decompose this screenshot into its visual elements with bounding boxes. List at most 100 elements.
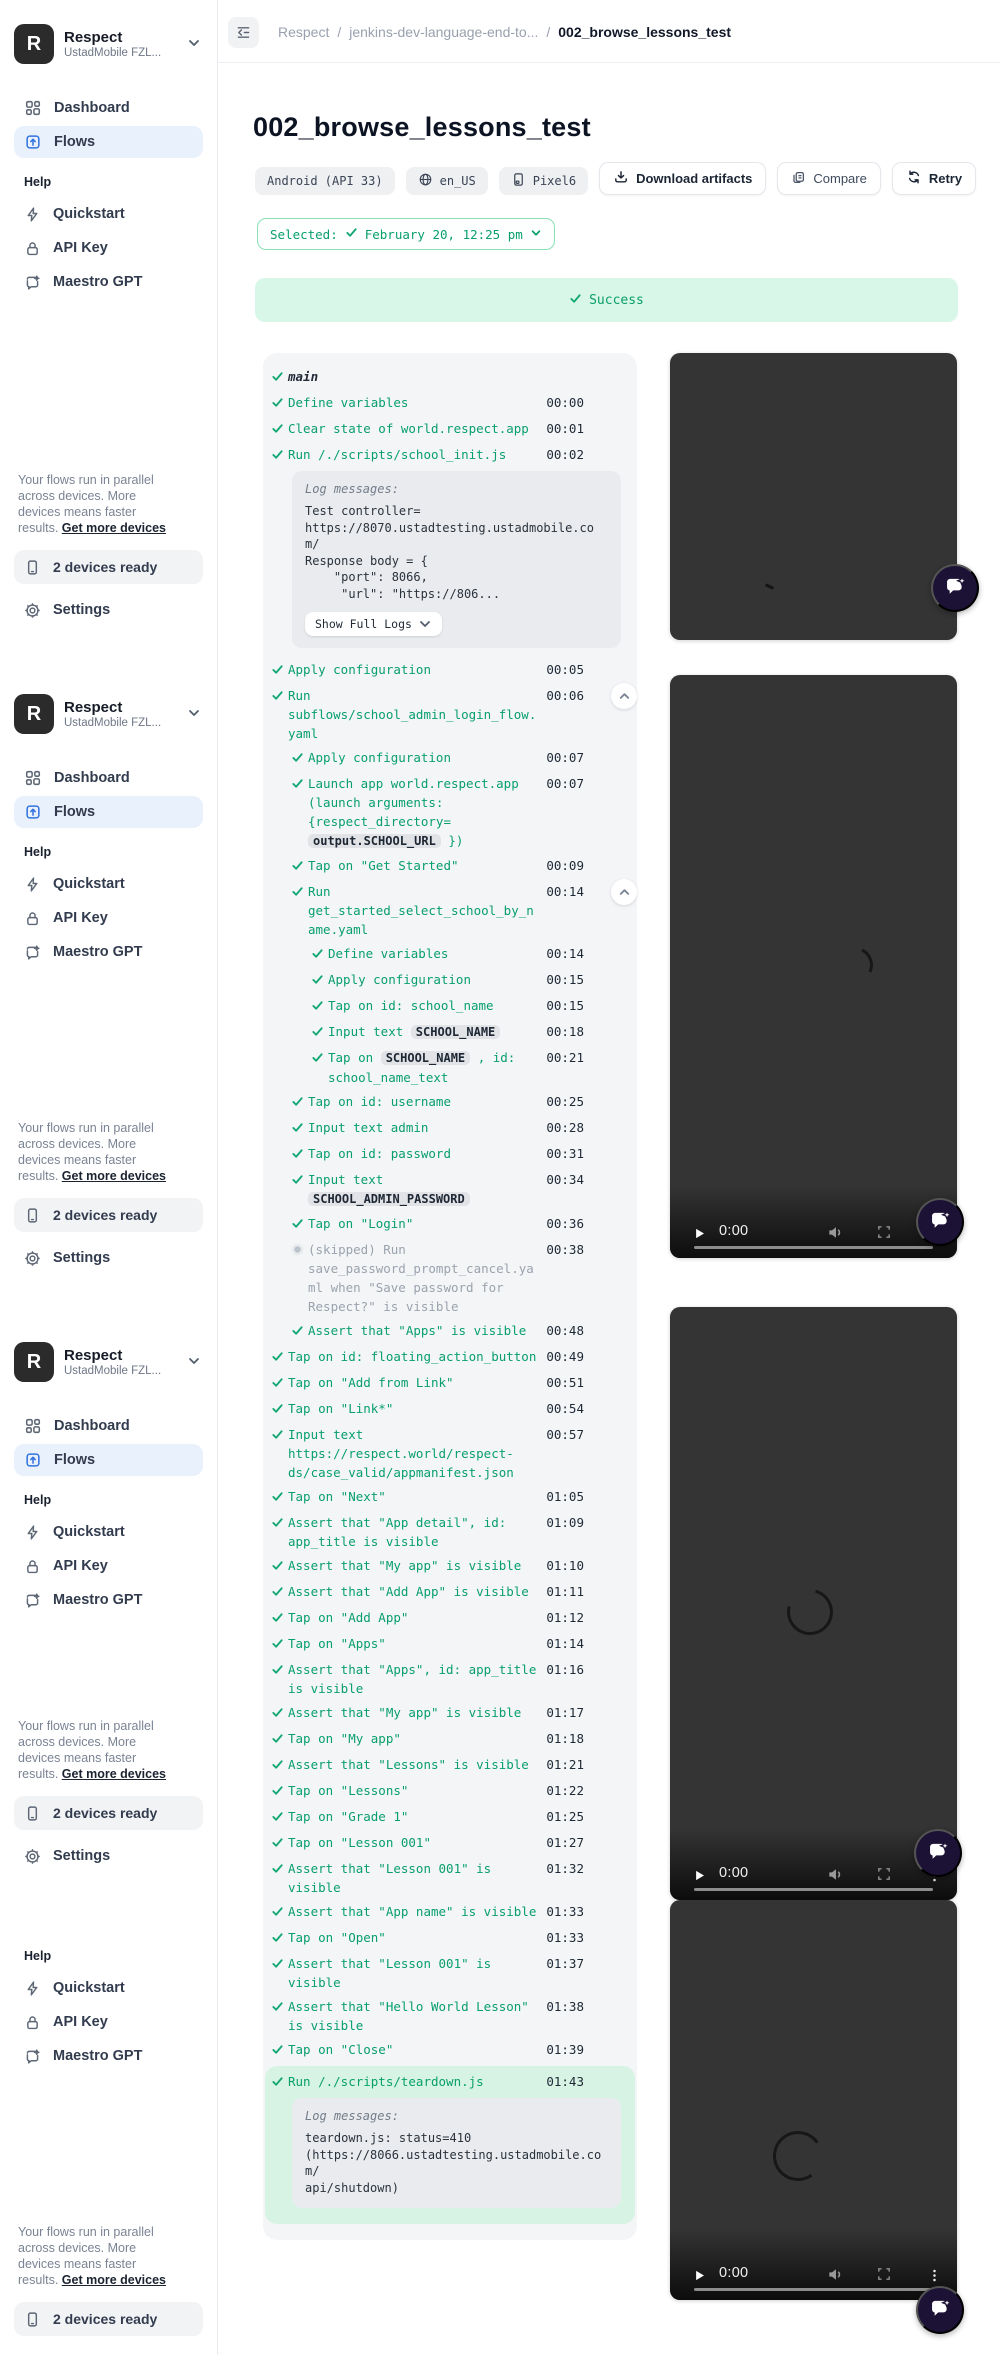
sidebar-item-dashboard[interactable]: Dashboard [14,762,203,794]
step-timestamp: 01:39 [544,2040,584,2059]
sidebar-item-maestro-gpt[interactable]: Maestro GPT [14,266,203,298]
sidebar-item-maestro-gpt[interactable]: Maestro GPT [14,1584,203,1616]
org-switcher[interactable]: R Respect UstadMobile FZL... [14,1340,203,1384]
feedback-button[interactable] [916,2286,964,2334]
step-timestamp: 00:49 [544,1347,584,1366]
org-switcher[interactable]: R Respect UstadMobile FZL... [14,692,203,736]
env-var-chip: SCHOOL_NAME [411,1025,500,1039]
sidebar-block: R Respect UstadMobile FZL... DashboardFl… [0,1318,217,1916]
devices-ready-status[interactable]: 2 devices ready [14,550,203,584]
sidebar-item-maestro-gpt[interactable]: Maestro GPT [14,936,203,968]
sidebar-item-settings[interactable]: Settings [14,2346,203,2355]
step-label: Tap on "Link*" [288,1399,544,1418]
sidebar-item-settings[interactable]: Settings [14,594,203,626]
log-messages-label: Log messages: [305,482,608,496]
check-icon [271,1755,288,1776]
sidebar-item-dashboard[interactable]: Dashboard [14,92,203,124]
check-icon [271,1582,288,1603]
get-more-devices-link[interactable]: Get more devices [62,1169,166,1183]
sidebar-item-api-key[interactable]: API Key [14,902,203,934]
env-var-chip: output.SCHOOL_URL [308,834,441,848]
play-icon[interactable] [692,1868,707,1883]
video-time: 0:00 [719,1865,748,1881]
step-row: Tap on "Get Started"00:09 [271,856,621,877]
sidebar-item-quickstart[interactable]: Quickstart [14,198,203,230]
fullscreen-icon[interactable] [876,2266,892,2282]
fullscreen-icon[interactable] [876,1224,892,1240]
fullscreen-icon[interactable] [876,1866,892,1882]
step-row: Tap on "Next"01:05 [271,1487,621,1508]
breadcrumb-separator: / [337,24,341,40]
get-more-devices-link[interactable]: Get more devices [62,521,166,535]
retry-button[interactable]: Retry [892,162,976,195]
step-label: Assert that "Apps", id: app_title is vis… [288,1660,544,1698]
breadcrumb[interactable]: Respect/jenkins-dev-language-end-to.../0… [278,0,731,63]
breadcrumb-item[interactable]: jenkins-dev-language-end-to... [349,24,538,40]
step-row: Assert that "Lesson 001" is visible01:37 [271,1954,621,1992]
step-row: Assert that "My app" is visible01:17 [271,1703,621,1724]
breadcrumb-item[interactable]: Respect [278,24,329,40]
device-recording-video[interactable] [670,353,957,640]
get-more-devices-link[interactable]: Get more devices [62,1767,166,1781]
device-recording-video[interactable]: 0:00 [670,1900,957,2300]
kebab-menu-icon[interactable] [927,2268,942,2283]
download-artifacts-button[interactable]: Download artifacts [599,162,766,195]
sidebar-item-quickstart[interactable]: Quickstart [14,1972,203,2004]
play-icon[interactable] [692,1226,707,1241]
feedback-button[interactable] [916,1198,964,1246]
sidebar-item-flows[interactable]: Flows [14,126,203,158]
step-timestamp: 00:18 [544,1022,584,1041]
collapse-step-button[interactable] [611,879,637,905]
step-timestamp: 01:14 [544,1634,584,1653]
devices-ready-status[interactable]: 2 devices ready [14,1796,203,1830]
step-row: Assert that "My app" is visible01:10 [271,1556,621,1577]
sidebar-item-maestro-gpt[interactable]: Maestro GPT [14,2040,203,2072]
feedback-button[interactable] [914,1829,962,1877]
get-more-devices-link[interactable]: Get more devices [62,2273,166,2287]
check-icon [271,367,288,388]
check-icon [271,1729,288,1750]
test-steps-panel: mainDefine variables00:00Clear state of … [263,353,637,2240]
sidebar-item-dashboard[interactable]: Dashboard [14,1410,203,1442]
volume-icon[interactable] [826,1865,845,1884]
sidebar-item-flows[interactable]: Flows [14,1444,203,1476]
step-label: main [288,367,621,386]
step-label: Tap on id: username [308,1092,544,1111]
volume-icon[interactable] [826,2265,845,2284]
devices-ready-status[interactable]: 2 devices ready [14,2302,203,2336]
org-switcher[interactable]: R Respect UstadMobile FZL... [14,22,203,66]
devices-ready-status[interactable]: 2 devices ready [14,1198,203,1232]
check-icon [271,1859,288,1880]
check-icon [569,292,582,309]
sidebar-block: R Respect UstadMobile FZL... DashboardFl… [0,670,217,1318]
sidebar-item-api-key[interactable]: API Key [14,2006,203,2038]
sidebar-item-flows[interactable]: Flows [14,796,203,828]
video-progress-bar[interactable] [694,2288,933,2292]
volume-icon[interactable] [826,1223,845,1242]
step-label: Tap on SCHOOL_NAME , id: school_name_tex… [328,1048,544,1087]
sidebar-item-quickstart[interactable]: Quickstart [14,1516,203,1548]
play-icon[interactable] [692,2268,707,2283]
sidebar-item-api-key[interactable]: API Key [14,1550,203,1582]
collapse-step-button[interactable] [611,683,637,709]
step-timestamp: 01:37 [544,1954,584,1973]
device-recording-video[interactable]: 0:00 [670,675,957,1258]
sidebar-block: R Respect UstadMobile FZL... DashboardFl… [0,0,217,670]
run-selector-dropdown[interactable]: Selected: February 20, 12:25 pm [257,218,555,250]
sidebar-item-settings[interactable]: Settings [14,1840,203,1872]
retry-icon [906,169,922,188]
collapse-sidebar-button[interactable] [228,17,259,48]
sidebar-item-settings[interactable]: Settings [14,1242,203,1274]
video-progress-bar[interactable] [694,1246,933,1250]
check-icon [291,748,308,769]
sidebar-item-api-key[interactable]: API Key [14,232,203,264]
breadcrumb-item[interactable]: 002_browse_lessons_test [558,24,731,40]
step-label: Input text SCHOOL_NAME [328,1022,544,1042]
video-progress-bar[interactable] [694,1888,933,1892]
step-timestamp: 00:15 [544,970,584,989]
sidebar-item-quickstart[interactable]: Quickstart [14,868,203,900]
video-time: 0:00 [719,1223,748,1239]
compare-button[interactable]: Compare [777,162,880,195]
feedback-button[interactable] [931,564,979,612]
show-full-logs-button[interactable]: Show Full Logs [305,612,442,636]
